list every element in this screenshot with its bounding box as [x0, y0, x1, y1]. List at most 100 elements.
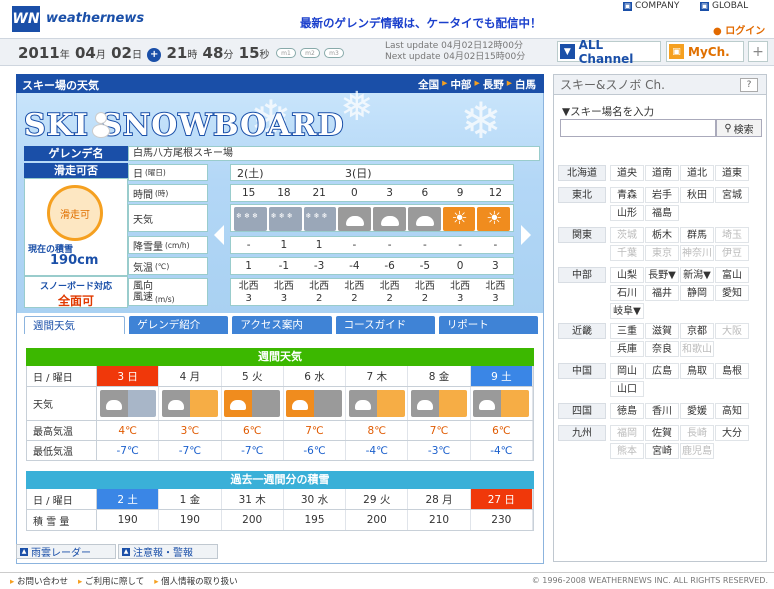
pref-link[interactable]: 愛知	[715, 285, 749, 301]
accum-value-cell: 200	[222, 510, 284, 530]
tab-access[interactable]: アクセス案内	[232, 316, 332, 334]
breadcrumb-nagano[interactable]: 長野	[483, 77, 504, 92]
tab-course-guide[interactable]: コースガイド	[335, 316, 435, 334]
weekly-weather-cell	[159, 387, 222, 420]
sun-icon	[477, 207, 510, 231]
prev-arrow-icon[interactable]	[214, 225, 224, 245]
forecast-temp-cell: -6	[384, 260, 395, 272]
login-link[interactable]: ● ログイン	[713, 22, 765, 37]
pref-link[interactable]: 福井	[645, 285, 679, 301]
region-7[interactable]: 九州	[558, 425, 606, 441]
clock-mode-1-button[interactable]: m1	[276, 48, 296, 58]
pref-link[interactable]: 長野▼	[645, 267, 679, 283]
snow-icon	[268, 207, 302, 231]
help-button[interactable]: ?	[740, 78, 758, 92]
pref-link[interactable]: 広島	[645, 363, 679, 379]
region-2[interactable]: 関東	[558, 227, 606, 243]
clock-plus-icon[interactable]: +	[147, 48, 162, 62]
warning-button[interactable]: ▲ 注意報・警報	[118, 544, 218, 559]
pref-link[interactable]: 道北	[680, 165, 714, 181]
resort-name-label: ゲレンデ名	[24, 146, 128, 161]
privacy-link[interactable]: 個人情報の取り扱い	[154, 575, 238, 587]
region-4[interactable]: 近畿	[558, 323, 606, 339]
weathernews-logo-text[interactable]: weathernews	[46, 11, 144, 26]
row-label-date: 日 (曜日)	[128, 164, 208, 181]
all-channel-button[interactable]: ▼ ALL Channel	[557, 38, 661, 66]
terms-link[interactable]: ご利用に際して	[78, 575, 144, 587]
pref-link[interactable]: 栃木	[645, 227, 679, 243]
pref-link[interactable]: 岩手	[645, 187, 679, 203]
region-0[interactable]: 北海道	[558, 165, 606, 181]
global-link[interactable]: ▣ GLOBAL	[700, 0, 748, 12]
pref-link[interactable]: 滋賀	[645, 323, 679, 339]
breadcrumb-hakuba[interactable]: 白馬	[515, 77, 536, 92]
weekly-day-cell: 9 土	[470, 366, 533, 386]
rain-radar-button[interactable]: ▲ 雨雲レーダー	[16, 544, 116, 559]
breadcrumb: 全国 ▸ 中部 ▸ 長野 ▸ 白馬	[418, 77, 536, 92]
pref-link[interactable]: 兵庫	[610, 341, 644, 357]
snowboard-status: スノーボード対応 全面可	[24, 276, 128, 308]
pref-link[interactable]: 大分	[715, 425, 749, 441]
global-icon: ▣	[700, 1, 709, 11]
pref-link[interactable]: 青森	[610, 187, 644, 203]
pref-link[interactable]: 京都	[680, 323, 714, 339]
pref-link[interactable]: 三重	[610, 323, 644, 339]
pref-link[interactable]: 岡山	[610, 363, 644, 379]
tab-weekly[interactable]: 週間天気	[24, 316, 126, 334]
breadcrumb-chubu[interactable]: 中部	[450, 77, 471, 92]
resort-search-input[interactable]	[560, 119, 716, 137]
pref-link[interactable]: 福島	[645, 205, 679, 221]
pref-link[interactable]: 石川	[610, 285, 644, 301]
pref-link[interactable]: 島根	[715, 363, 749, 379]
tab-report[interactable]: リポート	[438, 316, 539, 334]
next-arrow-icon[interactable]	[521, 225, 531, 245]
pref-link[interactable]: 岐阜▼	[610, 303, 644, 319]
pref-link[interactable]: 道央	[610, 165, 644, 181]
triangle-up-icon: ▲	[20, 547, 28, 556]
wind-direction: 北西	[414, 281, 435, 292]
pref-link[interactable]: 宮崎	[645, 443, 679, 459]
tv-icon: ▣	[669, 44, 684, 59]
pref-link[interactable]: 佐賀	[645, 425, 679, 441]
pref-link[interactable]: 鳥取	[680, 363, 714, 379]
pref-link[interactable]: 徳島	[610, 403, 644, 419]
pref-link[interactable]: 群馬	[680, 227, 714, 243]
pref-link[interactable]: 高知	[715, 403, 749, 419]
pref-link[interactable]: 山梨	[610, 267, 644, 283]
pref-link[interactable]: 愛媛	[680, 403, 714, 419]
clock-mode-2-button[interactable]: m2	[300, 48, 320, 58]
search-label: ▼スキー場名を入力	[562, 106, 655, 118]
pref-link[interactable]: 道東	[715, 165, 749, 181]
breadcrumb-all[interactable]: 全国	[418, 77, 439, 92]
pref-link[interactable]: 香川	[645, 403, 679, 419]
company-link[interactable]: ▣ COMPANY	[623, 0, 679, 12]
region-5[interactable]: 中国	[558, 363, 606, 379]
add-channel-button[interactable]: +	[748, 41, 768, 62]
weekly-low-row: 最低気温 -7℃ -7℃ -7℃ -6℃ -4℃ -3℃ -4℃	[26, 441, 534, 461]
copyright: © 1996-2008 WEATHERNEWS INC. ALL RIGHTS …	[531, 576, 768, 585]
forecast-temp-row: 1 -1 -3 -4 -6 -5 0 3	[230, 257, 514, 275]
clock-mode-3-button[interactable]: m3	[324, 48, 344, 58]
pref-link[interactable]: 山口	[610, 381, 644, 397]
pref-link[interactable]: 宮城	[715, 187, 749, 203]
pref-link[interactable]: 静岡	[680, 285, 714, 301]
pref-link[interactable]: 山形	[610, 205, 644, 221]
pref-link[interactable]: 道南	[645, 165, 679, 181]
pref-link[interactable]: 秋田	[680, 187, 714, 203]
region-1[interactable]: 東北	[558, 187, 606, 203]
tab-resort-intro[interactable]: ゲレンデ紹介	[129, 316, 229, 334]
contact-link[interactable]: お問い合わせ	[10, 575, 68, 587]
mobile-promo-link[interactable]: 最新のゲレンデ情報は、ケータイでも配信中！	[300, 15, 542, 31]
pref-link: 鹿児島	[680, 443, 714, 459]
pref-link[interactable]: 奈良	[645, 341, 679, 357]
region-3[interactable]: 中部	[558, 267, 606, 283]
row-label-time: 時間 (時)	[128, 184, 208, 202]
pref-link[interactable]: 新潟▼	[680, 267, 714, 283]
search-button[interactable]: ⚲ 検索	[716, 119, 762, 137]
region-6[interactable]: 四国	[558, 403, 606, 419]
my-channel-button[interactable]: ▣ MyCh.	[666, 41, 744, 62]
weathernews-logo-mark[interactable]: WN	[12, 6, 40, 32]
region-prefs-2: 茨城 栃木 群馬 埼玉 千葉 東京 神奈川 伊豆	[610, 227, 766, 263]
pref-link[interactable]: 富山	[715, 267, 749, 283]
forecast-times-cell: 12	[488, 187, 503, 199]
